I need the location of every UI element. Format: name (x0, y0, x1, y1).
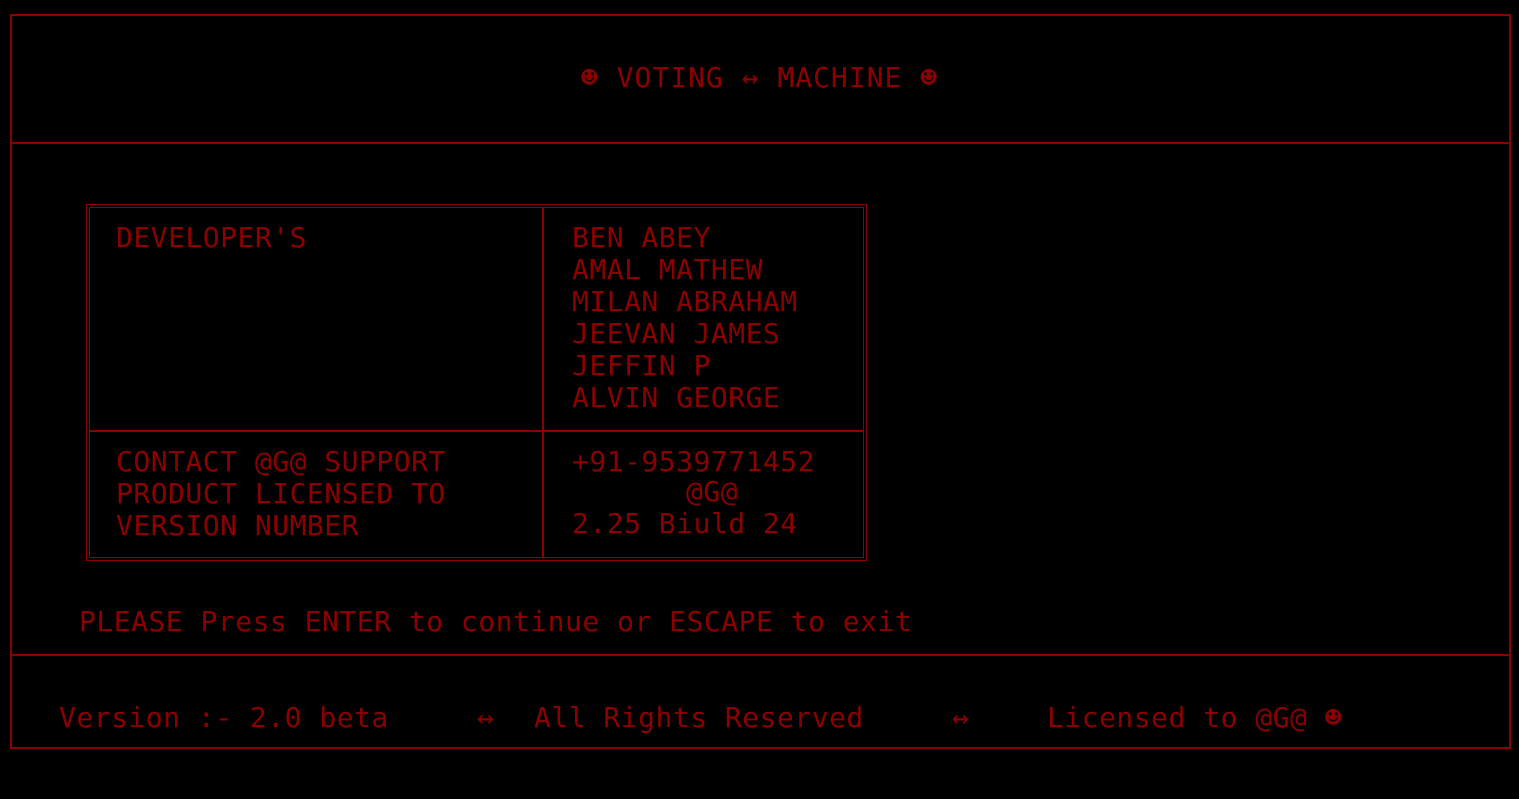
version-label: VERSION NUMBER (116, 509, 360, 542)
header-divider (10, 142, 1511, 144)
contact-value: +91-9539771452 (572, 445, 816, 478)
developer-name: ALVIN GEORGE (572, 381, 781, 414)
developer-name: BEN ABEY (572, 221, 711, 254)
app-title: ☻ VOTING ↔ MACHINE ☻ (580, 61, 939, 94)
license-label: PRODUCT LICENSED TO (116, 477, 446, 510)
developer-name: AMAL MATHEW (572, 253, 763, 286)
developer-name: JEEVAN JAMES (572, 317, 781, 350)
license-value: @G@ (686, 475, 739, 508)
footer-divider (10, 654, 1511, 656)
version-value: 2.25 Biuld 24 (572, 507, 798, 540)
footer-separator: ↔ (477, 701, 495, 734)
continue-prompt: PLEASE Press ENTER to continue or ESCAPE… (79, 605, 913, 638)
developers-label: DEVELOPER'S (116, 221, 307, 254)
developer-name: JEFFIN P (572, 349, 711, 382)
info-box-column-divider (542, 208, 544, 557)
footer-version: Version :- 2.0 beta (59, 701, 389, 734)
contact-label: CONTACT @G@ SUPPORT (116, 445, 446, 478)
developer-name: MILAN ABRAHAM (572, 285, 798, 318)
info-box-row-divider (89, 430, 864, 432)
footer-licensed: Licensed to @G@ ☻ (1047, 701, 1343, 734)
footer-separator: ↔ (952, 701, 970, 734)
footer-rights: All Rights Reserved (534, 701, 864, 734)
